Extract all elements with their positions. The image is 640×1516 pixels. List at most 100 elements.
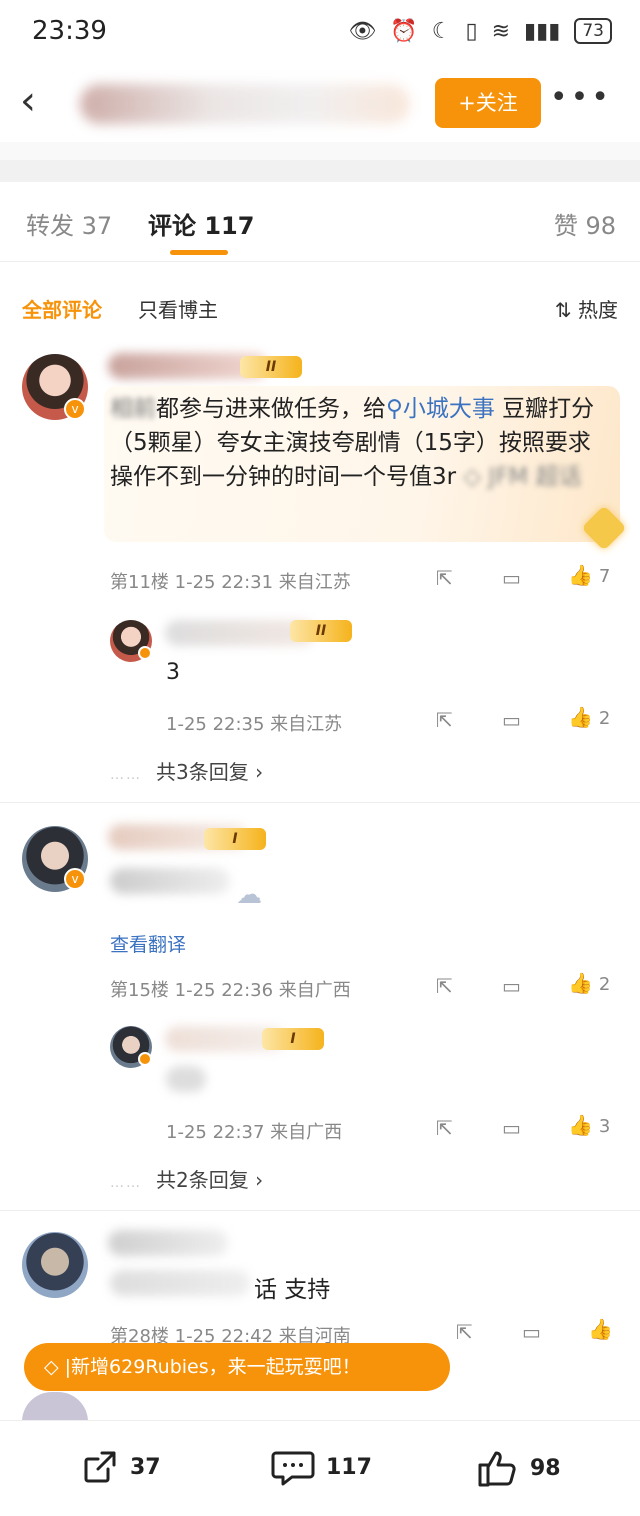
verified-badge: v bbox=[64, 398, 86, 420]
more-replies-label: 共3条回复 › bbox=[156, 760, 264, 784]
section-gap bbox=[0, 142, 640, 182]
follow-button[interactable]: +关注 bbox=[435, 78, 541, 128]
reply-meta: 1-25 22:35 来自江苏 bbox=[166, 714, 343, 735]
blurred-link: ◇ JFM 超话 bbox=[463, 464, 582, 490]
reply-meta: 1-25 22:37 来自广西 bbox=[166, 1122, 343, 1143]
status-time: 23:39 bbox=[32, 16, 107, 46]
comment-button[interactable]: 117 bbox=[270, 1447, 372, 1487]
search-icon: ⚲ bbox=[386, 396, 403, 422]
thumbs-up-icon: 👍 bbox=[568, 563, 593, 587]
gem-icon: ◇ bbox=[44, 1356, 65, 1378]
toast-text: |新增629Rubies，来一起玩耍吧！ bbox=[64, 1356, 361, 1378]
nav-bar: ‹ +关注 ••• bbox=[0, 64, 640, 142]
bottom-action-bar: 37 117 98 bbox=[0, 1420, 640, 1516]
level-badge: I bbox=[204, 828, 266, 850]
more-replies-label: 共2条回复 › bbox=[156, 1168, 264, 1192]
like-count: 2 bbox=[598, 974, 611, 995]
like-button[interactable]: 👍 bbox=[588, 1317, 613, 1341]
verified-badge bbox=[138, 1052, 152, 1066]
sort-icon: ⇅ bbox=[554, 298, 578, 322]
reply-icon[interactable]: ▭ bbox=[502, 1116, 521, 1140]
like-button[interactable]: 👍 2 bbox=[568, 971, 610, 995]
verified-badge: v bbox=[64, 868, 86, 890]
wifi-icon: ≋ bbox=[491, 18, 511, 44]
avatar[interactable] bbox=[22, 1232, 88, 1298]
reply-icon[interactable]: ▭ bbox=[502, 708, 521, 732]
share-icon[interactable]: ⇱ bbox=[436, 708, 453, 732]
back-icon[interactable]: ‹ bbox=[20, 78, 36, 124]
battery-indicator: 73 bbox=[574, 18, 612, 44]
divider bbox=[0, 1210, 640, 1211]
like-count: 7 bbox=[598, 566, 611, 587]
dots-icon: …… bbox=[110, 767, 142, 783]
reply-text: 3 bbox=[166, 660, 180, 685]
more-icon[interactable]: ••• bbox=[550, 80, 612, 115]
comment-text: 相前都参与进来做任务，给⚲小城大事 豆瓣打分（5颗星）夸女主演技夸剧情（15字）… bbox=[110, 392, 600, 494]
level-badge: II bbox=[240, 356, 302, 378]
tab-reposts[interactable]: 转发 37 bbox=[26, 206, 112, 241]
reply-icon[interactable]: ▭ bbox=[502, 566, 521, 590]
comment-text: 话 支持 bbox=[254, 1277, 331, 1303]
alarm-icon: ⏰ bbox=[390, 18, 418, 44]
tab-likes[interactable]: 赞 98 bbox=[554, 206, 616, 241]
comment-text-part1: 都参与进来做任务，给 bbox=[156, 396, 386, 422]
topic-link-label: 小城大事 bbox=[402, 396, 495, 422]
comment-meta: 第15楼 1-25 22:36 来自广西 bbox=[110, 980, 351, 1001]
blurred-comment-text bbox=[110, 868, 230, 894]
blurred-text: 相前 bbox=[110, 396, 156, 422]
thumbs-up-icon bbox=[478, 1451, 516, 1487]
share-icon[interactable]: ⇱ bbox=[456, 1320, 473, 1344]
tab-bar: 转发 37 评论 117 赞 98 bbox=[0, 182, 640, 262]
comment-count: 117 bbox=[326, 1454, 372, 1480]
like-count: 98 bbox=[530, 1455, 561, 1481]
repost-button[interactable]: 37 bbox=[80, 1447, 161, 1487]
sticker-icon: ☁ bbox=[236, 880, 262, 910]
share-icon bbox=[84, 1451, 116, 1483]
verified-badge bbox=[138, 646, 152, 660]
sort-label: 热度 bbox=[578, 298, 618, 322]
share-icon[interactable]: ⇱ bbox=[436, 1116, 453, 1140]
blurred-username[interactable] bbox=[108, 1230, 228, 1256]
tab-comments[interactable]: 评论 117 bbox=[148, 206, 254, 241]
divider bbox=[0, 802, 640, 803]
status-icons: 👁 ⏰ ☾ ▯ ≋ ▮▮▮ 73 bbox=[348, 18, 612, 44]
filter-all-comments[interactable]: 全部评论 bbox=[22, 294, 102, 323]
translate-link[interactable]: 查看翻译 bbox=[110, 930, 186, 957]
comment-meta: 第11楼 1-25 22:31 来自江苏 bbox=[110, 572, 351, 593]
blurred-author-name bbox=[80, 84, 410, 124]
reply-icon[interactable]: ▭ bbox=[502, 974, 521, 998]
comment-icon bbox=[271, 1451, 315, 1486]
comment-filter-bar: 全部评论 只看博主 ⇅ 热度 bbox=[0, 262, 640, 346]
like-button[interactable]: 👍 3 bbox=[568, 1113, 610, 1137]
sort-by-hot[interactable]: ⇅ 热度 bbox=[555, 294, 618, 323]
like-button[interactable]: 👍 2 bbox=[568, 705, 610, 729]
thumbs-up-icon: 👍 bbox=[568, 1113, 593, 1137]
like-count: 2 bbox=[598, 708, 611, 729]
blurred-comment-text bbox=[110, 1270, 250, 1296]
rubies-toast[interactable]: ◇ |新增629Rubies，来一起玩耍吧！ bbox=[24, 1343, 450, 1391]
repost-count: 37 bbox=[130, 1454, 161, 1480]
thumbs-up-icon: 👍 bbox=[588, 1317, 613, 1341]
moon-icon: ☾ bbox=[431, 18, 452, 44]
thumbs-up-icon: 👍 bbox=[568, 705, 593, 729]
tab-active-indicator bbox=[170, 250, 228, 255]
filter-author-only[interactable]: 只看博主 bbox=[138, 294, 218, 323]
thumbs-up-icon: 👍 bbox=[568, 971, 593, 995]
avatar[interactable] bbox=[22, 1392, 88, 1422]
like-button[interactable]: 👍 7 bbox=[568, 563, 610, 587]
reply-icon[interactable]: ▭ bbox=[522, 1320, 541, 1344]
topic-link[interactable]: ⚲小城大事 bbox=[386, 396, 495, 422]
signal-icon: ▮▮▮ bbox=[524, 18, 561, 44]
dots-icon: …… bbox=[110, 1175, 142, 1191]
more-replies-link[interactable]: …… 共2条回复 › bbox=[110, 1164, 263, 1193]
status-bar: 23:39 👁 ⏰ ☾ ▯ ≋ ▮▮▮ 73 bbox=[0, 0, 640, 64]
share-icon[interactable]: ⇱ bbox=[436, 566, 453, 590]
vibrate-icon: ▯ bbox=[465, 18, 478, 44]
like-button[interactable]: 98 bbox=[476, 1447, 561, 1489]
eye-icon: 👁 bbox=[348, 18, 377, 44]
share-icon[interactable]: ⇱ bbox=[436, 974, 453, 998]
like-count: 3 bbox=[598, 1116, 611, 1137]
more-replies-link[interactable]: …… 共3条回复 › bbox=[110, 756, 263, 785]
level-badge: I bbox=[262, 1028, 324, 1050]
level-badge: II bbox=[290, 620, 352, 642]
